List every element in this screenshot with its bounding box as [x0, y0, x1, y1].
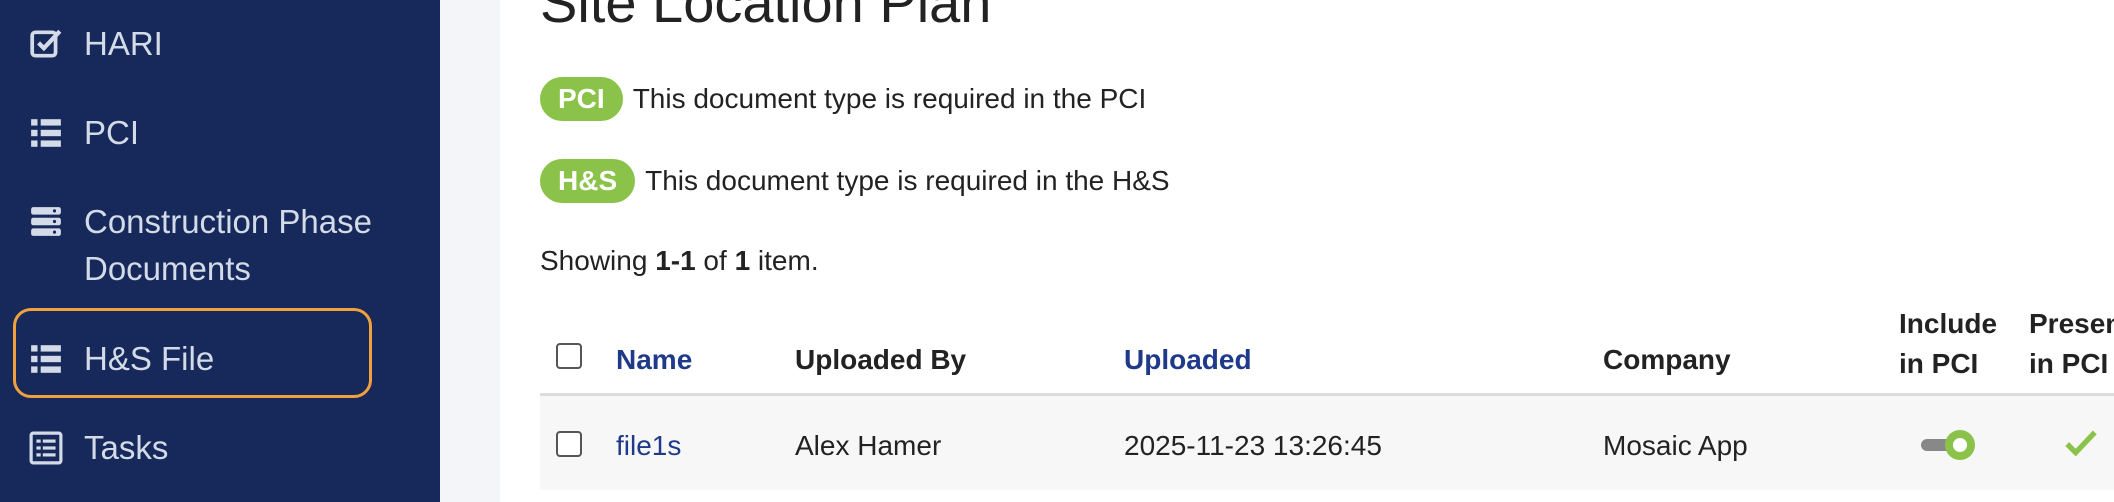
pci-requirement-text: This document type is required in the PC… — [632, 83, 1147, 114]
page-title: Site Location Plan — [540, 0, 992, 34]
sidebar-item-pci[interactable]: PCI — [0, 109, 440, 156]
hs-requirement-text: This document type is required in the H&… — [645, 165, 1170, 196]
select-all-checkbox[interactable] — [556, 343, 582, 369]
content-gutter — [440, 0, 500, 502]
row-company: Mosaic App — [1603, 430, 1748, 461]
column-header-name[interactable]: Name — [616, 344, 692, 376]
row-select-checkbox[interactable] — [556, 431, 582, 457]
list-alt-icon — [28, 430, 64, 466]
pci-requirement-note: PCI This document type is required in th… — [540, 77, 1146, 121]
present-in-pci-check-icon — [2065, 430, 2097, 457]
results-range: 1-1 — [655, 245, 696, 276]
sidebar-item-label: HARI — [84, 25, 163, 62]
sidebar-item-label: Construction Phase Documents — [84, 203, 372, 287]
check-square-icon — [28, 26, 64, 62]
sidebar-item-hs-file[interactable]: H&S File — [0, 335, 440, 382]
list-icon — [28, 115, 64, 151]
sidebar-item-label: PCI — [84, 114, 140, 151]
column-header-uploaded-by: Uploaded By — [795, 344, 967, 375]
column-header-uploaded[interactable]: Uploaded — [1124, 344, 1252, 376]
pci-badge: PCI — [540, 77, 623, 121]
hs-badge: H&S — [540, 159, 636, 203]
row-uploaded-by: Alex Hamer — [795, 430, 942, 461]
column-header-present-in-pci: Present in PCI — [2029, 308, 2114, 379]
sidebar-item-label: H&S File — [84, 340, 215, 377]
include-in-pci-toggle[interactable] — [1921, 430, 1977, 460]
sidebar-item-label: Tasks — [84, 429, 169, 466]
row-uploaded-date: 2025-11-23 13:26:45 — [1124, 430, 1382, 461]
server-icon — [28, 204, 64, 240]
results-summary: Showing 1-1 of 1 item. — [540, 245, 819, 276]
list-icon — [28, 341, 64, 377]
results-total: 1 — [734, 245, 751, 276]
sidebar-item-tasks[interactable]: Tasks — [0, 424, 440, 471]
sidebar: HARI PCI Construction Phase Documents H&… — [0, 0, 440, 502]
hs-requirement-note: H&S This document type is required in th… — [540, 159, 1170, 203]
toggle-knob — [1945, 430, 1975, 460]
column-header-include-in-pci: Include in PCI — [1899, 308, 1998, 379]
sidebar-item-hari[interactable]: HARI — [0, 20, 440, 67]
sidebar-item-construction-phase-documents[interactable]: Construction Phase Documents — [0, 198, 420, 292]
column-header-company: Company — [1603, 344, 1731, 375]
row-file-name-link[interactable]: file1s — [616, 430, 681, 462]
